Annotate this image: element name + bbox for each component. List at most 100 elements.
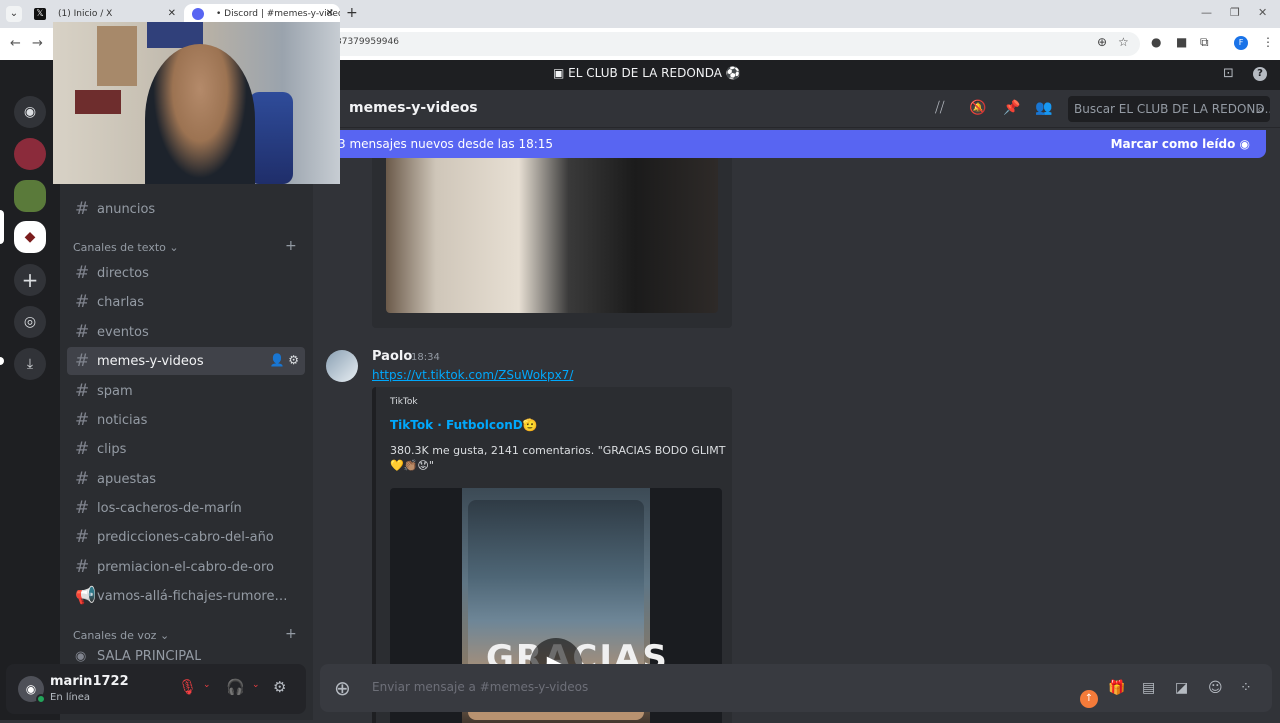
- chevron-down-icon[interactable]: ⌄: [203, 680, 211, 690]
- hash-icon: #: [75, 381, 90, 401]
- search-icon: ⌕: [1257, 102, 1264, 116]
- channel-eventos[interactable]: # eventos: [67, 318, 305, 346]
- webcam-overlay: [53, 22, 340, 184]
- soccer-ball-icon: ⚽: [725, 66, 741, 80]
- online-status-dot: [36, 694, 46, 704]
- notifications-muted-icon[interactable]: 🔕: [969, 100, 986, 116]
- message-input[interactable]: Enviar mensaje a #memes-y-videos: [372, 680, 588, 694]
- message-link[interactable]: https://vt.tiktok.com/ZSuWokpx7/: [372, 368, 573, 382]
- chevron-down-icon: ⌄: [169, 241, 179, 254]
- channel-spam[interactable]: # spam: [67, 377, 305, 405]
- server-title: ▣ EL CLUB DE LA REDONDA ⚽: [553, 66, 741, 80]
- previous-message-embed: [372, 158, 732, 328]
- user-status: En línea: [50, 692, 91, 703]
- hash-icon: #: [75, 527, 90, 547]
- add-server-icon[interactable]: +: [14, 264, 46, 296]
- hash-icon: #: [75, 469, 90, 489]
- chevron-down-icon[interactable]: ⌄: [252, 680, 260, 690]
- gear-icon[interactable]: ⚙: [288, 353, 299, 367]
- hash-icon: #: [75, 557, 90, 577]
- apps-icon[interactable]: ⁘: [1240, 680, 1252, 696]
- threads-icon[interactable]: ⧸⧸: [935, 100, 945, 116]
- discord-icon: [192, 8, 204, 20]
- restore-icon[interactable]: ❐: [1230, 6, 1240, 19]
- profile-avatar[interactable]: F: [1234, 36, 1248, 50]
- forward-button[interactable]: →: [32, 36, 43, 51]
- channel-anuncios[interactable]: # anuncios: [67, 195, 305, 223]
- back-button[interactable]: ←: [10, 36, 21, 51]
- avatar[interactable]: [326, 350, 358, 382]
- close-tab-icon[interactable]: ✕: [168, 4, 176, 24]
- discord-home-icon[interactable]: ◉: [14, 96, 46, 128]
- download-icon[interactable]: ⤓: [14, 348, 46, 380]
- server-icon: ▣: [553, 66, 565, 80]
- message-author[interactable]: Paolo: [372, 349, 412, 364]
- invite-member-icon[interactable]: 👤: [269, 353, 284, 367]
- zoom-icon[interactable]: ⊕: [1097, 35, 1107, 49]
- close-window-icon[interactable]: ✕: [1258, 6, 1267, 19]
- channel-memes-y-videos[interactable]: # memes-y-videos 👤 ⚙: [67, 347, 305, 375]
- message-timestamp: 18:34: [411, 352, 440, 363]
- gif-icon[interactable]: ▤: [1142, 680, 1155, 696]
- sticker-icon[interactable]: ◪: [1175, 680, 1188, 696]
- tab-title: (1) Inicio / X: [58, 9, 113, 19]
- headphones-deafened-icon[interactable]: 🎧: [226, 678, 245, 696]
- channel-clips[interactable]: # clips: [67, 435, 305, 463]
- megaphone-icon: 📢: [75, 586, 97, 606]
- member-list-icon[interactable]: 👥: [1035, 100, 1052, 116]
- embed-title[interactable]: TikTok · FutbolconD🫡: [390, 418, 538, 432]
- channel-los-cacheros-de-marin[interactable]: # los-cacheros-de-marín: [67, 494, 305, 522]
- server-icon[interactable]: [14, 138, 46, 170]
- channel-vamos-alla-fichajes[interactable]: 📢 vamos-allá-fichajes-rumores-n...: [67, 582, 305, 610]
- new-messages-bar[interactable]: 3 mensajes nuevos desde las 18:15 Marcar…: [330, 130, 1266, 158]
- channel-noticias[interactable]: # noticias: [67, 406, 305, 434]
- video-thumbnail[interactable]: [386, 158, 718, 313]
- close-tab-icon[interactable]: ✕: [326, 4, 334, 24]
- new-tab-button[interactable]: +: [346, 5, 358, 21]
- category-text-channels[interactable]: Canales de texto ⌄: [73, 241, 179, 254]
- channel-title: memes-y-videos: [349, 100, 478, 116]
- bookmark-star-icon[interactable]: ☆: [1118, 35, 1129, 49]
- gift-icon[interactable]: 🎁: [1108, 680, 1125, 696]
- mark-as-read-button[interactable]: Marcar como leído ◉: [1111, 130, 1250, 158]
- channel-header: memes-y-videos ⧸⧸ 🔕 📌 👥 Buscar EL CLUB D…: [313, 90, 1280, 128]
- channel-apuestas[interactable]: # apuestas: [67, 465, 305, 493]
- category-voice-channels[interactable]: Canales de voz ⌄: [73, 629, 169, 642]
- menu-kebab-icon[interactable]: ⋮: [1262, 35, 1274, 49]
- hash-icon: #: [75, 292, 90, 312]
- boost-badge-icon[interactable]: ↑: [1080, 690, 1098, 708]
- voice-channel-sala-principal[interactable]: ◉ SALA PRINCIPAL: [67, 648, 305, 664]
- search-input[interactable]: Buscar EL CLUB DE LA REDOND... ⌕: [1068, 96, 1270, 122]
- add-channel-icon[interactable]: +: [285, 238, 297, 254]
- inbox-icon[interactable]: ⊡: [1223, 66, 1234, 81]
- add-attachment-icon[interactable]: ⊕: [334, 676, 351, 700]
- embed-provider: TikTok: [390, 397, 418, 407]
- explore-compass-icon[interactable]: ◎: [14, 306, 46, 338]
- hash-icon: #: [75, 263, 90, 283]
- embed-description: 380.3K me gusta, 2141 comentarios. "GRAC…: [390, 444, 726, 472]
- channel-premiacion[interactable]: # premiacion-el-cabro-de-oro: [67, 553, 305, 581]
- server-icon[interactable]: [14, 180, 46, 212]
- hash-icon: #: [75, 439, 90, 459]
- mic-muted-icon[interactable]: 🎙: [178, 678, 197, 696]
- channel-directos[interactable]: # directos: [67, 259, 305, 287]
- extension-icon[interactable]: ●: [1151, 35, 1161, 49]
- tab-search-dropdown[interactable]: ⌄: [6, 6, 22, 22]
- add-voice-channel-icon[interactable]: +: [285, 626, 297, 642]
- extensions-puzzle-icon[interactable]: ⧉: [1200, 35, 1209, 50]
- wall-poster: [97, 26, 137, 86]
- x-logo-icon: 𝕏: [34, 8, 46, 20]
- lion-server-icon[interactable]: ◆: [14, 221, 46, 253]
- extension-icon[interactable]: ■: [1176, 35, 1187, 49]
- mark-read-icon: ◉: [1239, 137, 1250, 151]
- channel-predicciones[interactable]: # predicciones-cabro-del-año: [67, 523, 305, 551]
- user-settings-gear-icon[interactable]: ⚙: [273, 678, 286, 696]
- help-icon[interactable]: ?: [1253, 67, 1267, 81]
- username[interactable]: marin1722: [50, 674, 129, 689]
- pin-icon[interactable]: 📌: [1003, 100, 1020, 116]
- hash-icon: #: [75, 351, 90, 371]
- emoji-icon[interactable]: ☺: [1208, 680, 1223, 696]
- hash-icon: #: [75, 322, 90, 342]
- minimize-icon[interactable]: —: [1201, 6, 1212, 19]
- channel-charlas[interactable]: # charlas: [67, 288, 305, 316]
